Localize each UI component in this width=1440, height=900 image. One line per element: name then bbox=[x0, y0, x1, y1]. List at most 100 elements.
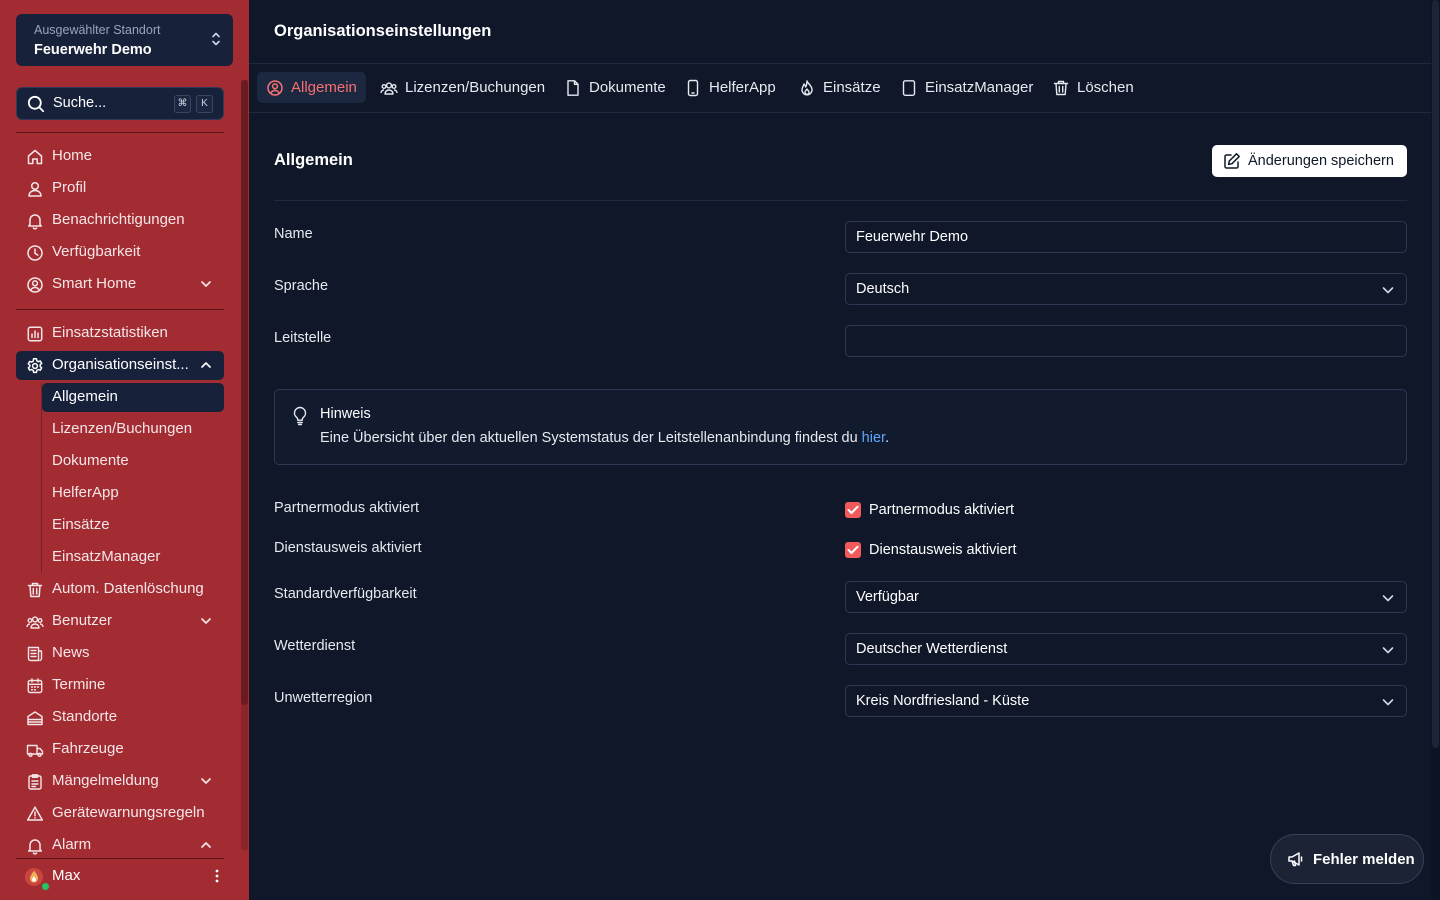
sidebar-item-standorte[interactable]: Standorte bbox=[16, 703, 224, 732]
sidebar-item-geraetewarnungsregeln[interactable]: Gerätewarnungsregeln bbox=[16, 799, 224, 828]
tab-label: Dokumente bbox=[589, 79, 666, 96]
sidebar-divider bbox=[16, 132, 224, 133]
partner-mode-checkbox-row[interactable]: Partnermodus aktiviert bbox=[845, 502, 1014, 518]
save-button[interactable]: Änderungen speichern bbox=[1212, 145, 1407, 177]
calendar-icon bbox=[26, 677, 44, 695]
home-icon bbox=[26, 148, 44, 166]
service-badge-checkbox[interactable] bbox=[845, 542, 861, 558]
storm-region-select[interactable]: Kreis Nordfriesland - Küste bbox=[845, 685, 1407, 717]
report-error-button[interactable]: Fehler melden bbox=[1270, 834, 1424, 884]
sidebar-item-label: News bbox=[52, 644, 90, 661]
tab-label: Einsätze bbox=[823, 79, 881, 96]
sidebar-item-alarm[interactable]: Alarm bbox=[16, 831, 224, 860]
sidebar-item-einsatzstatistiken[interactable]: Einsatzstatistiken bbox=[16, 319, 224, 348]
chevron-down-icon bbox=[200, 775, 212, 787]
sidebar-item-smart-home[interactable]: Smart Home bbox=[16, 270, 224, 299]
user-menu[interactable]: Max bbox=[16, 862, 233, 892]
sidebar-subitem-einsatzmanager[interactable]: EinsatzManager bbox=[42, 543, 224, 572]
tab-dokumente[interactable]: Dokumente bbox=[555, 72, 675, 103]
sidebar-subitem-dokumente[interactable]: Dokumente bbox=[42, 447, 224, 476]
tab-label: Löschen bbox=[1077, 79, 1134, 96]
sidebar-item-label: Mängelmeldung bbox=[52, 772, 159, 789]
partner-mode-checkbox[interactable] bbox=[845, 502, 861, 518]
scrollbar-thumb[interactable] bbox=[241, 80, 248, 705]
flame-icon bbox=[798, 79, 816, 97]
user-name: Max bbox=[52, 867, 81, 884]
chevron-down-icon bbox=[200, 615, 212, 627]
language-label: Sprache bbox=[274, 278, 329, 294]
chevron-up-icon bbox=[200, 839, 212, 851]
users-icon bbox=[26, 613, 44, 631]
building-icon bbox=[26, 709, 44, 727]
clock-icon bbox=[26, 244, 44, 262]
tab-helferapp[interactable]: HelferApp bbox=[675, 72, 785, 103]
gear-icon bbox=[26, 357, 44, 375]
chevron-down-icon bbox=[200, 278, 212, 290]
language-value: Deutsch bbox=[856, 281, 910, 297]
chevron-down-icon bbox=[1382, 697, 1394, 707]
sidebar-item-label: Einsatzstatistiken bbox=[52, 324, 168, 341]
shortcut-key-cmd: ⌘ bbox=[174, 95, 191, 113]
tab-allgemein[interactable]: Allgemein bbox=[257, 72, 366, 103]
tab-label: Allgemein bbox=[291, 79, 357, 96]
sidebar-item-benachrichtigungen[interactable]: Benachrichtigungen bbox=[16, 206, 224, 235]
warning-icon bbox=[26, 805, 44, 823]
chevron-down-icon bbox=[1382, 285, 1394, 295]
sidebar-item-maengelmeldung[interactable]: Mängelmeldung bbox=[16, 767, 224, 796]
chart-icon bbox=[26, 325, 44, 343]
more-vertical-icon[interactable] bbox=[215, 868, 219, 884]
sidebar-item-home[interactable]: Home bbox=[16, 142, 224, 171]
partner-mode-checkbox-label: Partnermodus aktiviert bbox=[869, 502, 1015, 518]
sidebar-item-label: Alarm bbox=[52, 836, 92, 853]
phone-icon bbox=[684, 79, 702, 97]
name-input[interactable]: Feuerwehr Demo bbox=[845, 221, 1407, 253]
sidebar-subitem-einsaetze[interactable]: Einsätze bbox=[42, 511, 224, 540]
page-title: Organisationseinstellungen bbox=[274, 22, 492, 40]
main-scrollbar[interactable] bbox=[1431, 0, 1440, 900]
storm-region-label: Unwetterregion bbox=[274, 690, 373, 706]
sidebar-item-label: Home bbox=[52, 147, 93, 164]
tabs-divider bbox=[249, 112, 1431, 113]
weather-service-select[interactable]: Deutscher Wetterdienst bbox=[845, 633, 1407, 665]
tab-einsatzmanager[interactable]: EinsatzManager bbox=[891, 72, 1042, 103]
sidebar-subitem-helferapp[interactable]: HelferApp bbox=[42, 479, 224, 508]
sidebar-item-verfuegbarkeit[interactable]: Verfügbarkeit bbox=[16, 238, 224, 267]
sidebar-item-datenloeschung[interactable]: Autom. Datenlöschung bbox=[16, 575, 224, 604]
sidebar-item-profil[interactable]: Profil bbox=[16, 174, 224, 203]
scrollbar-thumb[interactable] bbox=[1432, 0, 1439, 748]
sidebar-subitem-label: Dokumente bbox=[52, 452, 129, 469]
sidebar-subitem-label: Einsätze bbox=[52, 516, 110, 533]
sidebar-subitem-label: HelferApp bbox=[52, 484, 119, 501]
dispatch-input[interactable] bbox=[845, 325, 1407, 357]
sidebar-item-label: Gerätewarnungsregeln bbox=[52, 804, 205, 821]
sidebar-item-news[interactable]: News bbox=[16, 639, 224, 668]
tab-loeschen[interactable]: Löschen bbox=[1043, 72, 1143, 103]
document-icon bbox=[564, 79, 582, 97]
location-value: Feuerwehr Demo bbox=[34, 42, 152, 58]
sidebar-item-fahrzeuge[interactable]: Fahrzeuge bbox=[16, 735, 224, 764]
user-circle-icon bbox=[266, 79, 284, 97]
trash-icon bbox=[1052, 79, 1070, 97]
online-status-dot bbox=[41, 882, 50, 891]
sidebar-item-organisationseinstellungen[interactable]: Organisationseinst... bbox=[16, 351, 224, 380]
location-selector[interactable]: Ausgewählter Standort Feuerwehr Demo bbox=[16, 14, 233, 66]
tab-einsaetze[interactable]: Einsätze bbox=[789, 72, 890, 103]
language-select[interactable]: Deutsch bbox=[845, 273, 1407, 305]
default-availability-select[interactable]: Verfügbar bbox=[845, 581, 1407, 613]
search-input[interactable]: Suche... ⌘ K bbox=[16, 87, 224, 120]
sidebar-item-termine[interactable]: Termine bbox=[16, 671, 224, 700]
sidebar-item-label: Termine bbox=[52, 676, 106, 693]
tablet-icon bbox=[900, 79, 918, 97]
sidebar-subitem-allgemein[interactable]: Allgemein bbox=[42, 383, 224, 412]
shortcut-key-k: K bbox=[196, 95, 213, 113]
header-divider bbox=[249, 63, 1431, 64]
chevron-up-icon bbox=[200, 359, 212, 371]
chevron-up-down-icon bbox=[211, 31, 221, 47]
user-circle-icon bbox=[26, 276, 44, 294]
hint-link[interactable]: hier bbox=[862, 430, 885, 446]
sidebar-item-benutzer[interactable]: Benutzer bbox=[16, 607, 224, 636]
tab-lizenzen-buchungen[interactable]: Lizenzen/Buchungen bbox=[371, 72, 554, 103]
service-badge-checkbox-row[interactable]: Dienstausweis aktiviert bbox=[845, 542, 1016, 558]
sidebar-subitem-lizenzen[interactable]: Lizenzen/Buchungen bbox=[42, 415, 224, 444]
sidebar-scrollbar[interactable] bbox=[241, 80, 248, 850]
